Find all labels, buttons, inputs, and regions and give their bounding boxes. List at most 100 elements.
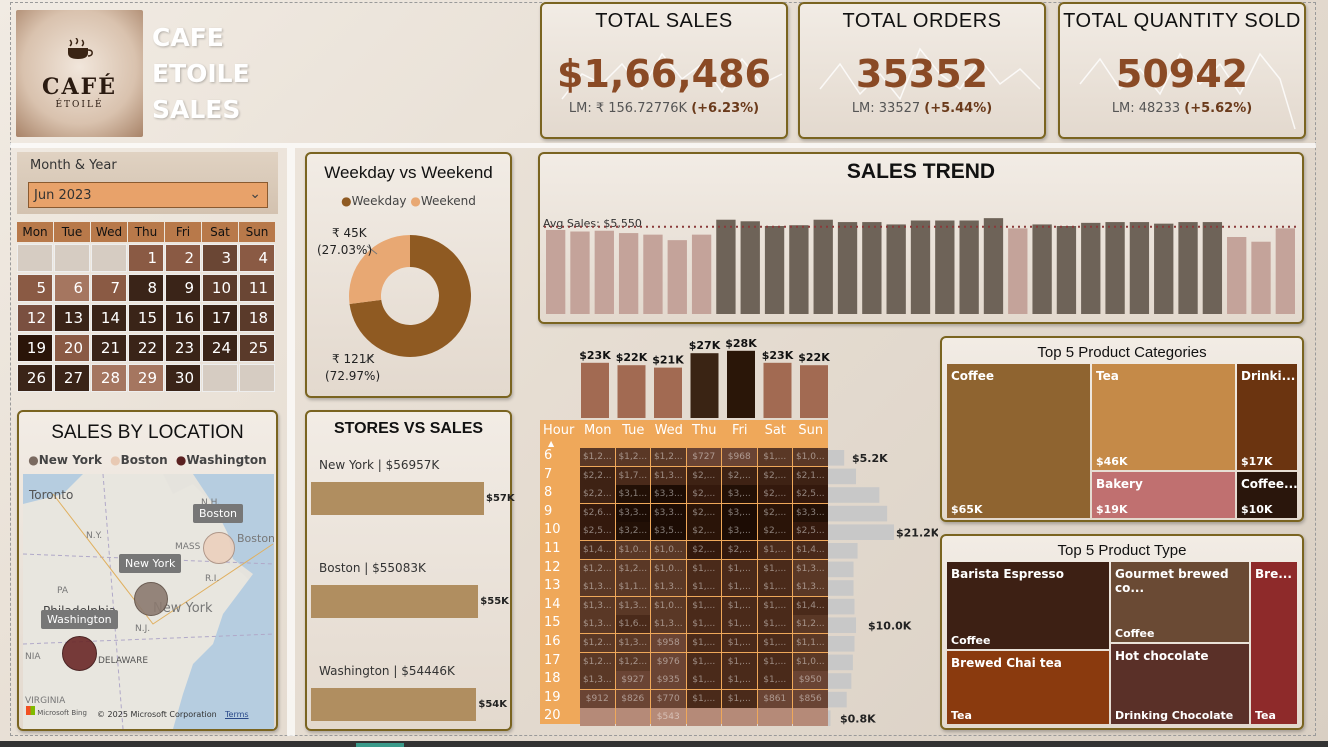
trend-bar[interactable] [1056,226,1077,314]
product-type-tile[interactable]: Brewed Chai tea Tea [947,651,1109,724]
trend-bar[interactable] [1081,222,1101,314]
heatmap-cell[interactable]: $1,2... [793,615,828,634]
trend-bar[interactable] [1202,222,1223,314]
day-of-week-chart[interactable]: $23K $22K $21K $27K $28K $23K $22K [540,330,840,420]
hour-bar[interactable] [828,468,857,485]
heatmap-cell[interactable]: $1,3... [651,615,686,634]
calendar-day-15[interactable]: 15 [128,304,164,332]
calendar-day-26[interactable]: 26 [17,364,53,392]
trend-bar[interactable] [716,219,736,314]
trend-bar[interactable] [813,219,833,314]
trend-bar[interactable] [935,220,955,315]
heatmap-cell[interactable]: $1,... [686,578,721,597]
calendar-day-5[interactable]: 5 [17,274,53,302]
trend-bar[interactable] [910,220,931,315]
trend-bar[interactable] [1227,237,1247,314]
heatmap-cell[interactable]: $1,... [757,671,792,690]
heatmap-cell[interactable]: $1,2... [615,448,650,466]
heatmap-cell[interactable]: $1,... [686,559,721,578]
trend-bar[interactable] [546,229,566,314]
calendar-day-17[interactable]: 17 [202,304,238,332]
heatmap-cell[interactable]: $727 [686,448,721,466]
dow-bar-mon[interactable] [581,362,609,418]
heatmap-cell[interactable]: $2,... [686,466,721,485]
trend-bar[interactable] [1275,228,1295,314]
heatmap-cell[interactable]: $3,... [722,485,757,504]
heatmap-cell[interactable]: $1,3... [651,466,686,485]
calendar-day-30[interactable]: 30 [165,364,201,392]
heatmap-cell[interactable]: $1,... [757,448,792,466]
calendar-day-1[interactable]: 1 [128,244,164,272]
kpi-total-sales[interactable]: TOTAL SALES $1,66,486 LM: ₹ 156.72776K (… [540,2,788,139]
heatmap-cell[interactable] [722,708,757,727]
category-tile[interactable]: Coffee... $10K [1237,472,1298,518]
trend-bar[interactable] [667,240,687,314]
heatmap-cell[interactable]: $2,2... [580,466,615,485]
heatmap-cell[interactable]: $2,2... [580,485,615,504]
heatmap-cell[interactable]: $2,... [686,541,721,559]
heatmap-cell[interactable]: $1,... [757,578,792,597]
heatmap-cell[interactable]: $861 [757,689,792,708]
heatmap-cell[interactable]: $1,... [722,689,757,708]
heatmap-cell[interactable]: $2,1... [793,466,828,485]
dow-bar-tue[interactable] [617,365,646,418]
bubble-boston[interactable] [203,532,235,564]
heatmap-cell[interactable]: $2,... [757,522,792,541]
heatmap-cell[interactable]: $950 [793,671,828,690]
heatmap-cell[interactable]: $1,1... [793,634,828,652]
trend-bar[interactable] [1032,224,1052,314]
heatmap-cell[interactable]: $1,... [757,559,792,578]
hour-bar[interactable] [828,450,845,466]
sort-ascending-icon[interactable]: ▲ [548,439,554,448]
trend-bar[interactable] [764,226,785,314]
heatmap-cell[interactable] [793,708,828,727]
category-tile[interactable]: Drinki... $17K [1237,364,1297,470]
category-tile[interactable]: Bakery $19K [1092,472,1235,518]
hour-bar[interactable] [828,561,854,578]
product-type-tile[interactable]: Bre... Tea [1251,562,1297,724]
kpi-total-quantity[interactable]: TOTAL QUANTITY SOLD 50942 LM: 48233 (+5.… [1058,2,1306,139]
category-tile[interactable]: Tea $46K [1092,364,1235,470]
heatmap-cell[interactable]: $1,3... [580,615,615,634]
hour-bar[interactable] [828,673,852,689]
heatmap-cell[interactable]: $935 [651,671,686,690]
bubble-new-york[interactable] [134,582,168,616]
store-bar[interactable] [311,585,479,618]
store-bar[interactable] [311,688,477,721]
heatmap-cell[interactable]: $2,... [686,522,721,541]
heatmap-cell[interactable]: $543 [651,708,686,727]
heatmap-cell[interactable]: $1,... [686,689,721,708]
trend-bar[interactable] [1008,228,1028,314]
heatmap-cell[interactable]: $958 [651,634,686,652]
heatmap-cell[interactable]: $927 [615,671,650,690]
product-type-tile[interactable]: Hot chocolate Drinking Chocolate [1111,644,1249,724]
dow-bar-thu[interactable] [690,353,719,418]
heatmap-cell[interactable]: $1,0... [793,448,828,466]
trend-bar[interactable] [1129,222,1150,314]
calendar-day-3[interactable]: 3 [202,244,238,272]
heatmap-cell[interactable]: $976 [651,652,686,671]
heatmap-cell[interactable]: $1,0... [615,541,650,559]
heatmap-cell[interactable]: $3,1... [615,485,650,504]
trend-bar[interactable] [1154,223,1174,314]
heatmap-cell[interactable] [686,708,721,727]
heatmap-cell[interactable]: $2,5... [793,485,828,504]
hour-bar[interactable] [828,580,854,596]
heatmap-cell[interactable]: $1,0... [651,559,686,578]
calendar-day-10[interactable]: 10 [202,274,238,302]
heatmap-cell[interactable]: $1,7... [615,466,650,485]
heatmap-cell[interactable]: $3,... [722,503,757,522]
heatmap-cell[interactable]: $1,6... [615,615,650,634]
heatmap-cell[interactable]: $770 [651,689,686,708]
hour-bar[interactable] [828,617,857,633]
heatmap-cell[interactable] [580,708,615,727]
calendar-day-16[interactable]: 16 [165,304,201,332]
map[interactable]: Toronto N.Y. PA Philadelphia New York N.… [23,474,274,729]
trend-bar[interactable] [862,222,882,314]
map-terms-link[interactable]: Terms [225,710,249,719]
hour-bar[interactable] [828,543,858,559]
heatmap-cell[interactable]: $1,... [722,634,757,652]
heatmap-cell[interactable]: $1,2... [651,448,686,466]
heatmap-cell[interactable]: $1,... [757,541,792,559]
heatmap-cell[interactable]: $1,4... [580,541,615,559]
